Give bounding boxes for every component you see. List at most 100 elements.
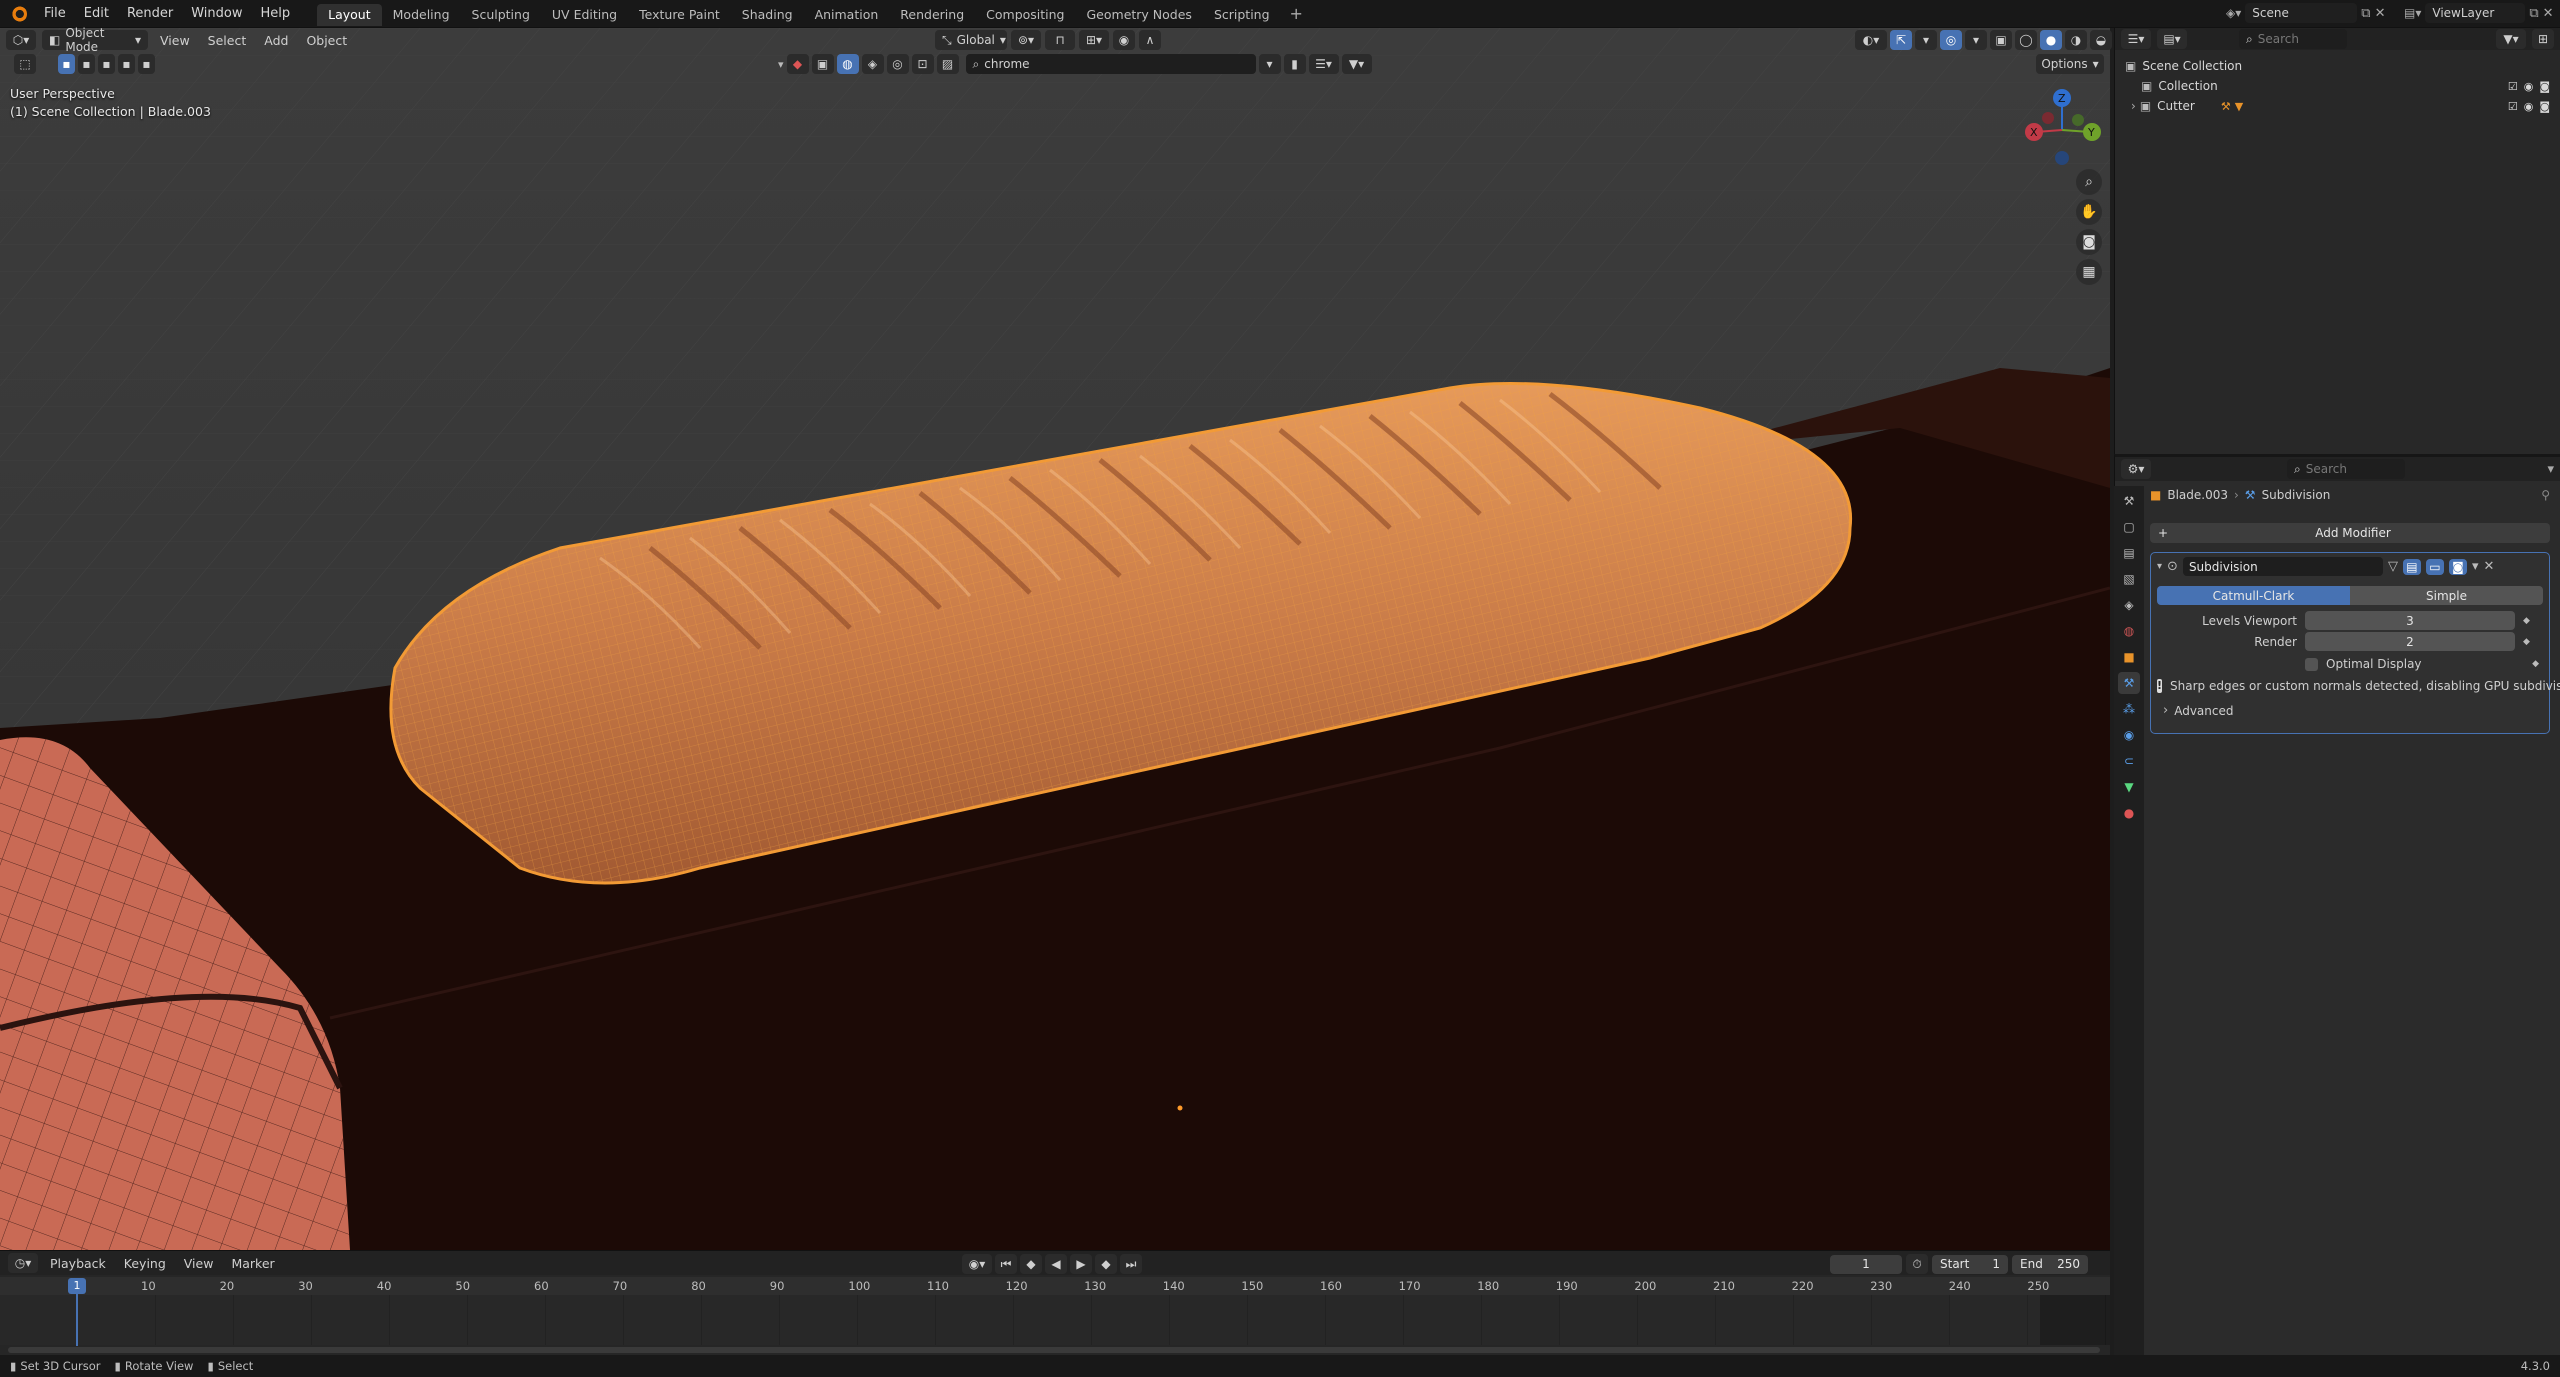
menu-marker[interactable]: Marker <box>225 1256 280 1271</box>
preview-range-icon[interactable]: ⏱ <box>1906 1254 1928 1274</box>
prev-keyframe-icon[interactable]: ◆ <box>1020 1254 1042 1274</box>
start-frame-field[interactable]: Start 1 <box>1932 1254 2008 1274</box>
select-extend-icon[interactable]: ▪ <box>78 54 95 74</box>
tab-animation[interactable]: Animation <box>804 4 890 26</box>
delete-scene-icon[interactable]: ✕ <box>2375 6 2386 21</box>
menu-playback[interactable]: Playback <box>44 1256 112 1271</box>
tool-select-icon[interactable]: ⬚ <box>14 54 36 74</box>
filter-light-icon[interactable]: ◈ <box>861 54 884 74</box>
chevron-down-icon[interactable]: ▾ <box>2547 462 2554 477</box>
jump-end-icon[interactable]: ⏭ <box>1120 1254 1142 1274</box>
scene-selector[interactable]: ◈▾ Scene ⧉ ✕ <box>2226 3 2385 23</box>
bookmark-icon[interactable]: ▮ <box>1283 54 1306 74</box>
new-collection-icon[interactable]: ⊞ <box>2532 29 2554 49</box>
tab-layout[interactable]: Layout <box>317 4 382 26</box>
camera-render-icon[interactable]: ◙ <box>2539 80 2550 93</box>
sort-icon[interactable]: ☰▾ <box>1308 54 1339 74</box>
solid-shading-icon[interactable]: ● <box>2040 30 2062 50</box>
material-tab-icon[interactable]: ● <box>2118 802 2140 824</box>
filter-toggle-icon[interactable]: ▾ <box>778 58 784 71</box>
exclude-checkbox-icon[interactable]: ☑ <box>2508 100 2518 113</box>
search-dropdown-icon[interactable]: ▾ <box>1258 54 1281 74</box>
object-tab-icon[interactable]: ■ <box>2118 646 2140 668</box>
collapse-arrow-icon[interactable]: ▾ <box>2157 561 2162 572</box>
render-levels-field[interactable]: 2 <box>2305 632 2515 651</box>
menu-view[interactable]: View <box>154 33 196 48</box>
pan-hand-icon[interactable]: ✋ <box>2076 199 2102 225</box>
tab-texture-paint[interactable]: Texture Paint <box>628 4 731 26</box>
menu-file[interactable]: File <box>35 0 75 28</box>
select-subtract-icon[interactable]: ▪ <box>98 54 115 74</box>
zoom-icon[interactable]: ⌕ <box>2076 169 2102 195</box>
menu-render[interactable]: Render <box>118 0 182 28</box>
new-scene-icon[interactable]: ⧉ <box>2361 6 2370 21</box>
auto-key-icon[interactable]: ◉▾ <box>962 1254 992 1274</box>
viewport-search-field[interactable]: ⌕ chrome <box>965 54 1256 74</box>
optimal-display-checkbox[interactable] <box>2305 657 2318 671</box>
select-new-icon[interactable]: ▪ <box>58 54 75 74</box>
output-tab-icon[interactable]: ▤ <box>2118 542 2140 564</box>
timeline-editor-type-icon[interactable]: ◷▾ <box>8 1253 38 1273</box>
outliner-search-field[interactable]: ⌕ Search <box>2239 29 2347 49</box>
menu-add[interactable]: Add <box>258 33 294 48</box>
material-shading-icon[interactable]: ◑ <box>2065 30 2087 50</box>
display-mode-icon[interactable]: ▤▾ <box>2157 29 2187 49</box>
menu-edit[interactable]: Edit <box>75 0 118 28</box>
jump-start-icon[interactable]: ⏮ <box>995 1254 1017 1274</box>
select-intersect-icon[interactable]: ▪ <box>138 54 155 74</box>
particles-tab-icon[interactable]: ⁂ <box>2118 698 2140 720</box>
modifier-menu-chevron-icon[interactable]: ▾ <box>2472 559 2479 574</box>
outliner-editor-type-icon[interactable]: ☰▾ <box>2121 29 2151 49</box>
view-layer-field[interactable]: ViewLayer <box>2425 3 2526 23</box>
edit-mode-toggle-icon[interactable]: ▽ <box>2388 559 2398 574</box>
outliner-item-collection[interactable]: ▣ Collection ☑ ◉ ◙ <box>2125 76 2550 96</box>
add-modifier-button[interactable]: + Add Modifier <box>2150 523 2550 543</box>
world-tab-icon[interactable]: ◍ <box>2118 620 2140 642</box>
visibility-icon[interactable]: ◐▾ <box>1855 30 1887 50</box>
properties-search-field[interactable]: ⌕ Search <box>2287 459 2405 479</box>
filter-other-icon[interactable]: ▨ <box>936 54 959 74</box>
tab-uv-editing[interactable]: UV Editing <box>541 4 628 26</box>
filter-curve-icon[interactable]: ◍ <box>836 54 859 74</box>
3d-viewport[interactable]: Z Y X User Perspective (1) Scene Collect… <box>0 28 2110 1250</box>
advanced-subpanel-header[interactable]: › Advanced <box>2163 703 2543 718</box>
modifier-tab-icon[interactable]: ⚒ <box>2118 672 2140 694</box>
gizmo-toggle-icon[interactable]: ⇱ <box>1890 30 1912 50</box>
render-toggle-icon[interactable]: ◙ <box>2448 558 2467 575</box>
tab-rendering[interactable]: Rendering <box>889 4 975 26</box>
orientation-dropdown[interactable]: ⤡ Global ▾ <box>935 30 1007 50</box>
catmull-clark-button[interactable]: Catmull-Clark <box>2157 586 2350 605</box>
data-tab-icon[interactable]: ▼ <box>2118 776 2140 798</box>
falloff-icon[interactable]: ∧ <box>1139 30 1161 50</box>
keyframe-dot-icon[interactable]: ◆ <box>2523 637 2530 647</box>
new-view-layer-icon[interactable]: ⧉ <box>2529 6 2538 21</box>
exclude-checkbox-icon[interactable]: ☑ <box>2508 80 2518 93</box>
snap-icon[interactable]: ⊓ <box>1045 30 1075 50</box>
select-invert-icon[interactable]: ▪ <box>118 54 135 74</box>
tab-geometry-nodes[interactable]: Geometry Nodes <box>1076 4 1203 26</box>
next-keyframe-icon[interactable]: ◆ <box>1095 1254 1117 1274</box>
menu-keying[interactable]: Keying <box>118 1256 172 1271</box>
render-tab-icon[interactable]: ▢ <box>2118 516 2140 538</box>
pivot-icon[interactable]: ⊚▾ <box>1011 30 1041 50</box>
simple-button[interactable]: Simple <box>2350 586 2543 605</box>
keyframe-area[interactable] <box>0 1295 2110 1345</box>
playhead-marker[interactable]: 1 <box>68 1278 86 1294</box>
object-types-icon[interactable]: ◆ <box>786 54 809 74</box>
view-layer-selector[interactable]: ▤▾ ViewLayer ⧉ ✕ <box>2404 3 2554 23</box>
outliner-filter-icon[interactable]: ▼▾ <box>2496 29 2526 49</box>
ortho-grid-icon[interactable]: ▦ <box>2076 259 2102 285</box>
tab-shading[interactable]: Shading <box>731 4 804 26</box>
wireframe-shading-icon[interactable]: ◯ <box>2015 30 2037 50</box>
pin-icon[interactable]: ⚲ <box>2541 488 2550 502</box>
tab-modeling[interactable]: Modeling <box>382 4 461 26</box>
delete-view-layer-icon[interactable]: ✕ <box>2543 6 2554 21</box>
play-reverse-icon[interactable]: ◀ <box>1045 1254 1067 1274</box>
tab-compositing[interactable]: Compositing <box>975 4 1075 26</box>
outliner-item-cutter[interactable]: › ▣ Cutter ⚒ ▼ ☑ ◉ ◙ <box>2125 96 2550 116</box>
close-icon[interactable]: ✕ <box>2483 559 2494 574</box>
xray-icon[interactable]: ▣ <box>1990 30 2012 50</box>
tab-scripting[interactable]: Scripting <box>1203 4 1281 26</box>
add-workspace-icon[interactable]: + <box>1281 0 1312 28</box>
editor-type-icon[interactable]: ⬡▾ <box>6 30 36 50</box>
